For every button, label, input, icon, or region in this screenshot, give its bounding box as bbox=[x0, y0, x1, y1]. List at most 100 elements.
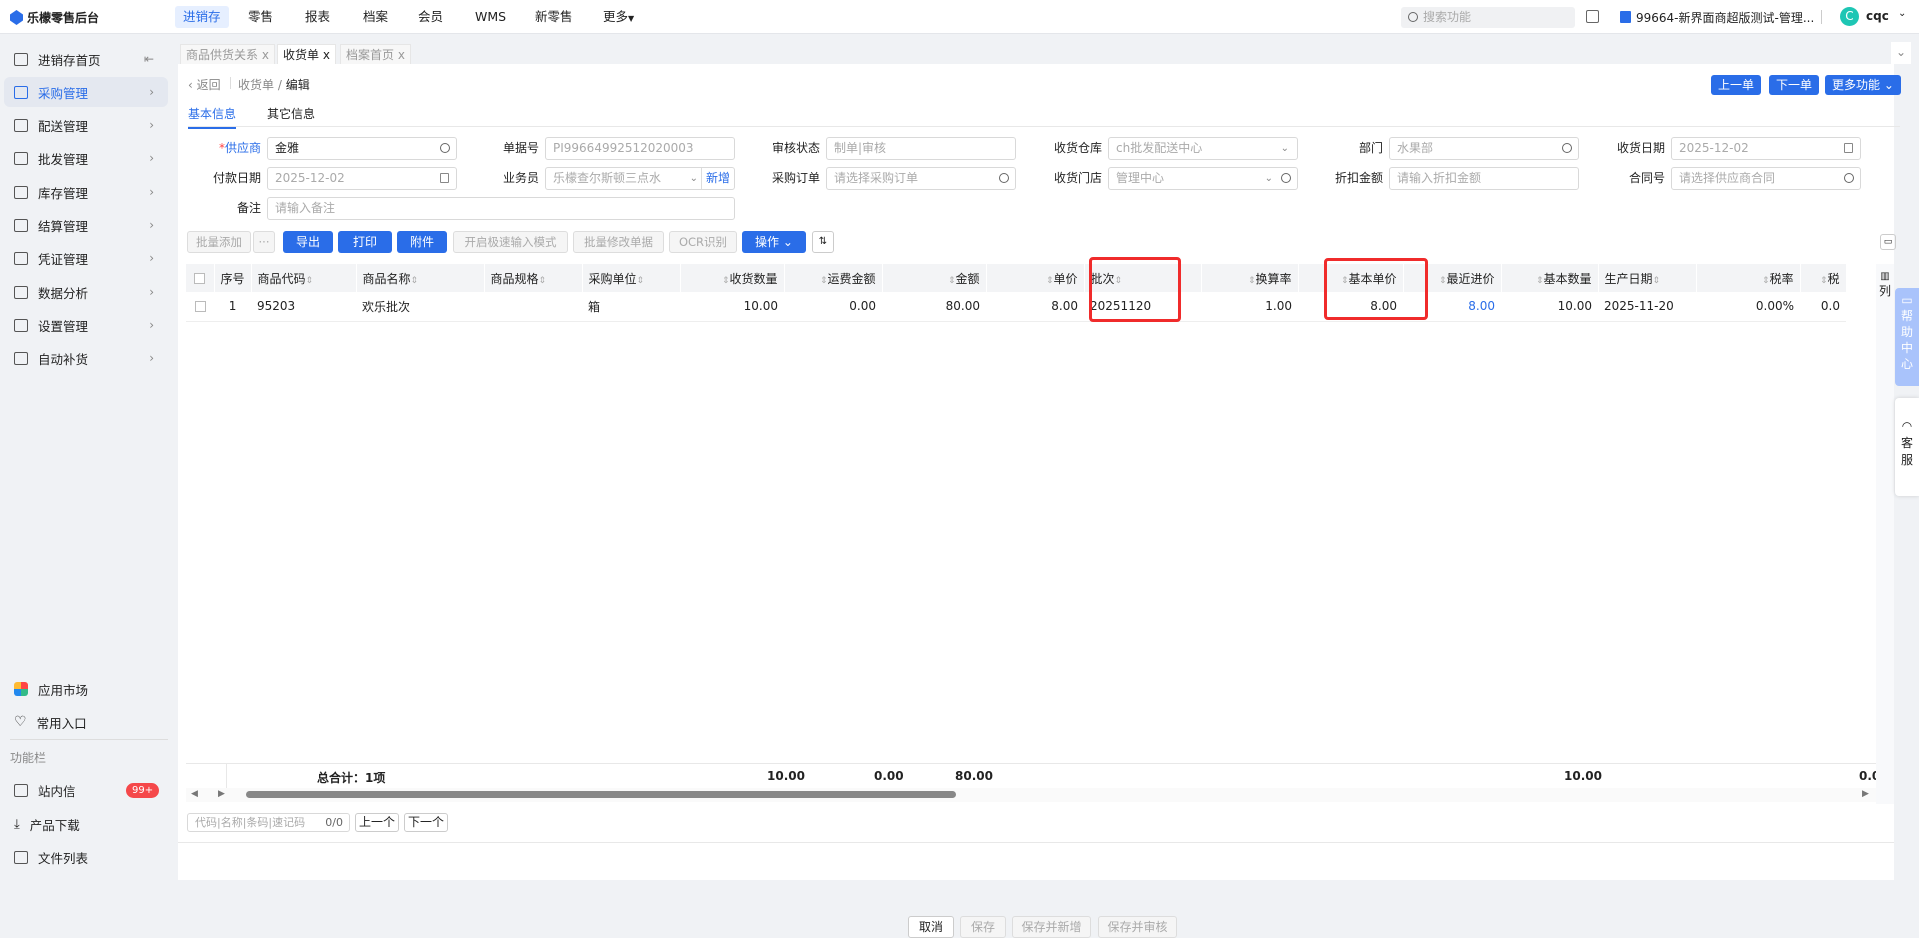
breadcrumb-parent[interactable]: 收货单 bbox=[238, 78, 274, 92]
attachment-button[interactable]: 附件 bbox=[397, 231, 447, 253]
function-search-input[interactable]: 搜索功能 bbox=[1401, 7, 1575, 28]
tab-receipt[interactable]: 收货单 x bbox=[277, 44, 336, 64]
save-and-audit-button[interactable]: 保存并审核 bbox=[1098, 916, 1177, 938]
column-header-name[interactable]: 商品名称⇕ bbox=[356, 264, 485, 292]
tab-archive-home[interactable]: 档案首页 x bbox=[340, 44, 411, 64]
column-header-base-qty[interactable]: ⇕基本数量 bbox=[1501, 264, 1599, 292]
sort-icon[interactable]: ⇕ bbox=[539, 276, 547, 286]
app-logo[interactable]: 乐檬零售后台 bbox=[10, 9, 99, 26]
avatar[interactable]: C bbox=[1840, 7, 1859, 26]
supplier-field[interactable]: 金雅 bbox=[267, 137, 457, 160]
discount-input[interactable]: 请输入折扣金额 bbox=[1389, 167, 1579, 190]
store-select[interactable]: 管理中心 ⌄ bbox=[1108, 167, 1298, 190]
nav-item-wms[interactable]: WMS bbox=[467, 6, 514, 28]
batch-edit-button[interactable]: 批量修改单据 bbox=[573, 231, 664, 253]
find-next-button[interactable]: 下一个 bbox=[404, 813, 448, 832]
prev-doc-button[interactable]: 上一单 bbox=[1711, 75, 1761, 95]
table-row[interactable]: 1 95203 欢乐批次箱 10.00 0.00 80.00 8.00 20251120 1.0… bbox=[186, 292, 1847, 322]
find-input[interactable]: 代码|名称|条码|速记码 0/0 bbox=[187, 813, 350, 832]
fast-input-mode-button[interactable]: 开启极速输入模式 bbox=[453, 231, 568, 253]
sort-icon[interactable]: ⇕ bbox=[411, 276, 419, 286]
column-header-code[interactable]: 商品代码⇕ bbox=[251, 264, 357, 292]
current-store[interactable]: 99664-新界面商超版测试-管理... bbox=[1636, 9, 1814, 26]
cancel-button[interactable]: 取消 bbox=[908, 916, 954, 938]
column-header-production-date[interactable]: 生产日期⇕ bbox=[1598, 264, 1697, 292]
sort-icon[interactable]: ⇕ bbox=[1762, 276, 1770, 286]
column-header-unit[interactable]: 采购单位⇕ bbox=[582, 264, 681, 292]
sidebar-item-3[interactable]: 批发管理 › bbox=[4, 143, 168, 173]
print-button[interactable]: 打印 bbox=[338, 231, 392, 253]
add-salesman-link[interactable]: 新增 bbox=[700, 168, 730, 189]
nav-item-reports[interactable]: 报表 bbox=[297, 6, 338, 28]
tabs-dropdown-chevron-icon[interactable]: ⌄ bbox=[1891, 42, 1911, 64]
sidebar-file-list[interactable]: 文件列表 bbox=[4, 842, 168, 872]
find-prev-button[interactable]: 上一个 bbox=[355, 813, 399, 832]
collapse-icon[interactable]: ⇤ bbox=[144, 52, 154, 66]
sidebar-item-7[interactable]: 数据分析 › bbox=[4, 277, 168, 307]
salesman-select[interactable]: 乐檬查尔斯顿三点水 ⌄ 新增 bbox=[545, 167, 735, 190]
sidebar-item-2[interactable]: 配送管理 › bbox=[4, 110, 168, 140]
operations-button[interactable]: 操作 ⌄ bbox=[742, 231, 806, 253]
close-icon[interactable]: x bbox=[323, 48, 330, 62]
purchase-order-field[interactable]: 请选择采购订单 bbox=[826, 167, 1016, 190]
column-header-amount[interactable]: ⇕金额 bbox=[882, 264, 987, 292]
save-and-new-button[interactable]: 保存并新增 bbox=[1012, 916, 1091, 938]
tab-basic-info[interactable]: 基本信息 bbox=[188, 105, 237, 129]
row-checkbox[interactable] bbox=[194, 301, 206, 313]
nav-item-inventory[interactable]: 进销存 bbox=[175, 6, 229, 28]
nav-item-retail[interactable]: 零售 bbox=[240, 6, 281, 28]
warehouse-select[interactable]: ch批发配送中心 ⌄ bbox=[1108, 137, 1298, 160]
column-header-tax[interactable]: ⇕税 bbox=[1800, 264, 1847, 292]
nav-item-more[interactable]: 更多▼ bbox=[595, 6, 642, 28]
sidebar-downloads[interactable]: ⤓ 产品下载 bbox=[4, 809, 168, 839]
sidebar-app-market[interactable]: 应用市场 bbox=[4, 674, 168, 704]
user-menu-chevron-icon[interactable]: ⌄ bbox=[1898, 8, 1906, 19]
nav-item-member[interactable]: 会员 bbox=[410, 6, 451, 28]
horizontal-scrollbar[interactable]: ◀ ▶ ▶ bbox=[186, 788, 1876, 802]
column-header-conversion-rate[interactable]: ⇕换算率 bbox=[1201, 264, 1299, 292]
sidebar-item-6[interactable]: 凭证管理 › bbox=[4, 243, 168, 273]
more-options-button[interactable]: ··· bbox=[253, 231, 275, 253]
column-header-receive-qty[interactable]: ⇕收货数量 bbox=[680, 264, 785, 292]
tab-supplier-relation[interactable]: 商品供货关系 x bbox=[180, 44, 275, 64]
sort-icon[interactable]: ⇕ bbox=[1820, 276, 1828, 286]
contract-field[interactable]: 请选择供应商合同 bbox=[1671, 167, 1861, 190]
sort-icon[interactable]: ⇕ bbox=[1439, 276, 1447, 286]
close-icon[interactable]: x bbox=[398, 48, 405, 62]
nav-item-archive[interactable]: 档案 bbox=[355, 6, 396, 28]
sort-icon[interactable]: ⇕ bbox=[1248, 276, 1256, 286]
sidebar-item-8[interactable]: 设置管理 › bbox=[4, 310, 168, 340]
column-header-tax-rate[interactable]: ⇕税率 bbox=[1696, 264, 1801, 292]
sidebar-item-1[interactable]: 采购管理 › bbox=[4, 77, 168, 107]
fullscreen-icon[interactable]: ▭ bbox=[1880, 234, 1896, 250]
batch-add-button[interactable]: 批量添加 bbox=[187, 231, 251, 253]
sort-icon[interactable]: ⇕ bbox=[1536, 276, 1544, 286]
column-header-spec[interactable]: 商品规格⇕ bbox=[484, 264, 583, 292]
sort-icon[interactable]: ⇕ bbox=[948, 276, 956, 286]
pay-date-field[interactable]: 2025-12-02 bbox=[267, 167, 457, 190]
export-button[interactable]: 导出 bbox=[283, 231, 333, 253]
back-link[interactable]: ‹ 返回 bbox=[188, 76, 221, 93]
nav-item-new-retail[interactable]: 新零售 bbox=[527, 6, 581, 28]
sidebar-item-9[interactable]: 自动补货 › bbox=[4, 343, 168, 373]
sidebar-item-0[interactable]: 进销存首页 ⇤ bbox=[4, 44, 168, 74]
username[interactable]: cqc bbox=[1866, 9, 1889, 23]
close-icon[interactable]: x bbox=[262, 48, 269, 62]
select-all-checkbox[interactable] bbox=[194, 273, 206, 284]
sidebar-messages[interactable]: 站内信 99+ bbox=[4, 775, 168, 805]
remark-input[interactable]: 请输入备注 bbox=[267, 197, 735, 220]
department-field[interactable]: 水果部 bbox=[1389, 137, 1579, 160]
column-settings[interactable]: ▥ 列 bbox=[1876, 264, 1894, 804]
sort-icon[interactable]: ⇕ bbox=[820, 276, 828, 286]
ocr-button[interactable]: OCR识别 bbox=[669, 231, 737, 253]
printer-icon[interactable] bbox=[1586, 10, 1599, 23]
tab-other-info[interactable]: 其它信息 bbox=[267, 105, 315, 122]
receive-date-field[interactable]: 2025-12-02 bbox=[1671, 137, 1861, 160]
sort-icon[interactable]: ⇕ bbox=[1653, 276, 1661, 286]
sort-icon[interactable]: ⇕ bbox=[722, 276, 730, 286]
next-doc-button[interactable]: 下一单 bbox=[1769, 75, 1819, 95]
customer-service-button[interactable]: ◠ 客服 bbox=[1895, 398, 1919, 496]
more-functions-button[interactable]: 更多功能 ⌄ bbox=[1825, 75, 1901, 95]
save-button[interactable]: 保存 bbox=[960, 916, 1006, 938]
sort-icon[interactable]: ⇕ bbox=[306, 276, 314, 286]
